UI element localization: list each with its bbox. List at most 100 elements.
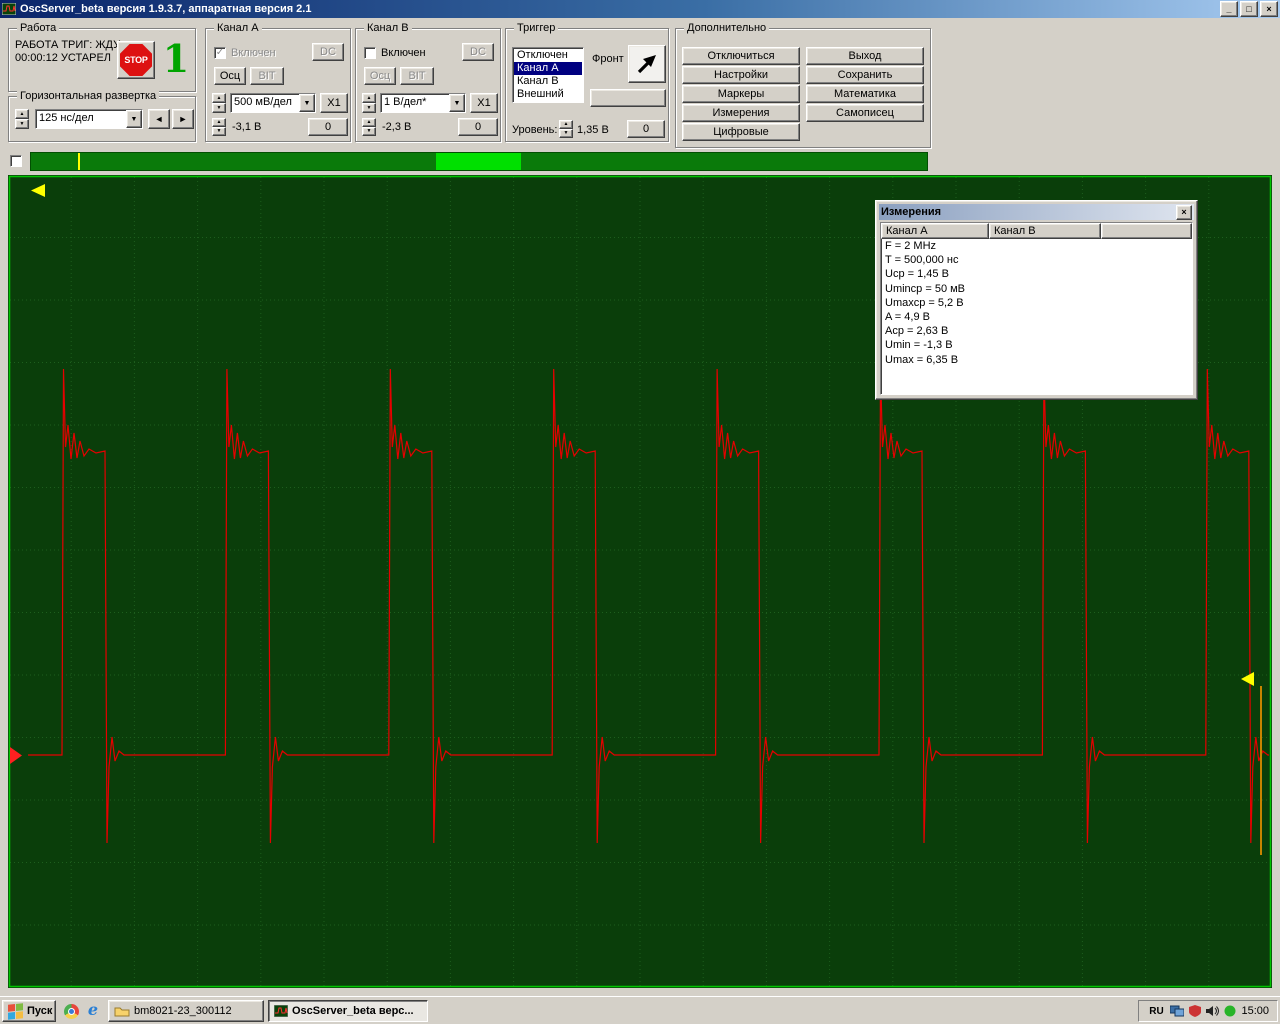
group-channel-a-title: Канал A bbox=[214, 22, 262, 34]
left-marker-icon[interactable] bbox=[31, 184, 45, 197]
channel-b-dc-button[interactable]: DC bbox=[462, 43, 494, 61]
folder-icon bbox=[114, 1005, 130, 1017]
trigger-source-option-selected[interactable]: Канал A bbox=[514, 62, 582, 75]
sweep-select[interactable]: 125 нс/дел ▼ bbox=[35, 109, 143, 129]
channel-a-scale-spin-up-icon[interactable]: ▲ bbox=[212, 93, 226, 103]
windows-logo-icon bbox=[8, 1003, 23, 1020]
channel-b-scale-spin-up-icon[interactable]: ▲ bbox=[362, 93, 376, 103]
channel-a-enabled-checkbox[interactable]: ✓ bbox=[214, 47, 226, 59]
sweep-spin-down-icon[interactable]: ▼ bbox=[15, 119, 29, 129]
channel-b-x1-button[interactable]: X1 bbox=[470, 93, 498, 113]
channel-b-offset-spin-up-icon[interactable]: ▲ bbox=[362, 118, 376, 127]
maximize-button[interactable]: □ bbox=[1240, 1, 1258, 17]
channel-a-zero-button[interactable]: 0 bbox=[308, 118, 348, 136]
shield-icon[interactable] bbox=[1189, 1005, 1201, 1017]
channel-a-offset-spin-up-icon[interactable]: ▲ bbox=[212, 118, 226, 127]
channel-a-enabled-label: Включен bbox=[231, 47, 276, 59]
measurements-close-icon[interactable]: × bbox=[1176, 205, 1192, 220]
trigger-level-zero-button[interactable]: 0 bbox=[627, 120, 665, 138]
task-button-oscserver[interactable]: OscServer_beta верс... bbox=[268, 1000, 428, 1022]
recorder-button[interactable]: Самописец bbox=[806, 104, 924, 122]
markers-button[interactable]: Маркеры bbox=[682, 85, 800, 103]
exit-button[interactable]: Выход bbox=[806, 47, 924, 65]
group-extra-title: Дополнительно bbox=[684, 22, 769, 34]
measurements-col-filler-header bbox=[1101, 223, 1192, 239]
channel-b-osc-button[interactable]: Осц bbox=[364, 67, 396, 85]
trigger-source-option[interactable]: Отключен bbox=[514, 49, 582, 62]
channel-a-bit-button[interactable]: BIT bbox=[250, 67, 284, 85]
network-icon[interactable] bbox=[1170, 1005, 1184, 1017]
channel-a-osc-button[interactable]: Осц bbox=[214, 67, 246, 85]
trigger-blank-button[interactable] bbox=[590, 89, 666, 107]
channel-b-zero-button[interactable]: 0 bbox=[458, 118, 498, 136]
channel-a-scale-select[interactable]: 500 мВ/дел ▼ bbox=[230, 93, 316, 113]
measurement-row: A = 4,9 В bbox=[881, 310, 1192, 324]
window-title: OscServer_beta версия 1.9.3.7, аппаратна… bbox=[20, 3, 1220, 15]
sweep-spin-up-icon[interactable]: ▲ bbox=[15, 109, 29, 119]
measurement-row: Ucp = 1,45 В bbox=[881, 267, 1192, 281]
trigger-status-text: РАБОТА ТРИГ: ЖДУ bbox=[15, 39, 120, 52]
measurements-body: Канал A Канал B F = 2 MHz T = 500,000 нс… bbox=[880, 222, 1193, 395]
channel-a-offset-spin-down-icon[interactable]: ▼ bbox=[212, 127, 226, 136]
elapsed-time-text: 00:00:12 УСТАРЕЛ bbox=[15, 52, 120, 65]
sweep-right-button[interactable]: ► bbox=[172, 109, 194, 129]
trigger-source-option[interactable]: Внешний bbox=[514, 88, 582, 101]
trigger-level-spin-down-icon[interactable]: ▼ bbox=[559, 129, 573, 138]
clock[interactable]: 15:00 bbox=[1241, 1005, 1269, 1017]
right-marker-icon[interactable] bbox=[1241, 672, 1254, 686]
measurements-title: Измерения bbox=[881, 206, 1176, 218]
channel-b-offset-spin-down-icon[interactable]: ▼ bbox=[362, 127, 376, 136]
stop-button[interactable]: STOP bbox=[117, 41, 155, 79]
measurements-window: Измерения × Канал A Канал B F = 2 MHz T … bbox=[875, 200, 1198, 400]
trigger-source-list[interactable]: Отключен Канал A Канал B Внешний bbox=[512, 47, 584, 103]
trigger-source-option[interactable]: Канал B bbox=[514, 75, 582, 88]
oscserver-task-icon bbox=[274, 1005, 288, 1017]
start-label: Пуск bbox=[27, 1005, 52, 1017]
channel-b-scale-spin-down-icon[interactable]: ▼ bbox=[362, 103, 376, 113]
visible-window-segment[interactable] bbox=[436, 153, 521, 170]
close-button[interactable]: × bbox=[1260, 1, 1278, 17]
measurements-title-bar[interactable]: Измерения × bbox=[879, 204, 1194, 220]
channel-b-enabled-checkbox[interactable] bbox=[364, 47, 376, 59]
measurement-row: Umincp = 50 мВ bbox=[881, 282, 1192, 296]
taskbar: Пуск e bm8021-23_300112 OscServer_beta в… bbox=[0, 996, 1280, 1024]
channel-a-dc-button[interactable]: DC bbox=[312, 43, 344, 61]
sweep-left-button[interactable]: ◄ bbox=[148, 109, 170, 129]
group-rabota: Работа РАБОТА ТРИГ: ЖДУ 00:00:12 УСТАРЕЛ… bbox=[8, 28, 196, 92]
channel-b-scale-dropdown-icon[interactable]: ▼ bbox=[449, 94, 465, 112]
trigger-level-spin-up-icon[interactable]: ▲ bbox=[559, 120, 573, 129]
disconnect-button[interactable]: Отключиться bbox=[682, 47, 800, 65]
group-channel-b-title: Канал B bbox=[364, 22, 412, 34]
channel-b-scale-value: 1 В/дел* bbox=[381, 94, 449, 112]
start-button[interactable]: Пуск bbox=[2, 1000, 56, 1022]
channel-b-scale-select[interactable]: 1 В/дел* ▼ bbox=[380, 93, 466, 113]
ie-icon[interactable]: e bbox=[84, 1000, 102, 1018]
language-indicator[interactable]: RU bbox=[1147, 1003, 1165, 1019]
channel-b-bit-button[interactable]: BIT bbox=[400, 67, 434, 85]
chrome-icon[interactable] bbox=[62, 1002, 80, 1020]
minimize-button[interactable]: _ bbox=[1220, 1, 1238, 17]
position-bar-checkbox[interactable] bbox=[10, 155, 22, 167]
settings-button[interactable]: Настройки bbox=[682, 66, 800, 84]
digital-button[interactable]: Цифровые bbox=[682, 123, 800, 141]
measurement-row: T = 500,000 нс bbox=[881, 253, 1192, 267]
channel-a-scale-dropdown-icon[interactable]: ▼ bbox=[299, 94, 315, 112]
measurements-button[interactable]: Измерения bbox=[682, 104, 800, 122]
antivirus-icon[interactable] bbox=[1224, 1005, 1236, 1017]
sweep-dropdown-icon[interactable]: ▼ bbox=[126, 110, 142, 128]
buffer-position-bar[interactable] bbox=[30, 152, 928, 171]
save-button[interactable]: Сохранить bbox=[806, 66, 924, 84]
channel-b-offset-value: -2,3 В bbox=[382, 121, 411, 133]
task-button-folder[interactable]: bm8021-23_300112 bbox=[108, 1000, 264, 1022]
channel-a-scale-spin-down-icon[interactable]: ▼ bbox=[212, 103, 226, 113]
system-tray: RU 15:00 bbox=[1138, 1000, 1278, 1022]
measurements-col-b-header[interactable]: Канал B bbox=[989, 223, 1101, 239]
measurement-row: F = 2 MHz bbox=[881, 239, 1192, 253]
volume-icon[interactable] bbox=[1206, 1005, 1219, 1017]
trigger-level-marker-icon[interactable] bbox=[10, 747, 22, 764]
title-bar[interactable]: OscServer_beta версия 1.9.3.7, аппаратна… bbox=[0, 0, 1280, 18]
channel-a-x1-button[interactable]: X1 bbox=[320, 93, 348, 113]
math-button[interactable]: Математика bbox=[806, 85, 924, 103]
measurements-col-a-header[interactable]: Канал A bbox=[881, 223, 989, 239]
trigger-edge-button[interactable] bbox=[628, 45, 666, 83]
